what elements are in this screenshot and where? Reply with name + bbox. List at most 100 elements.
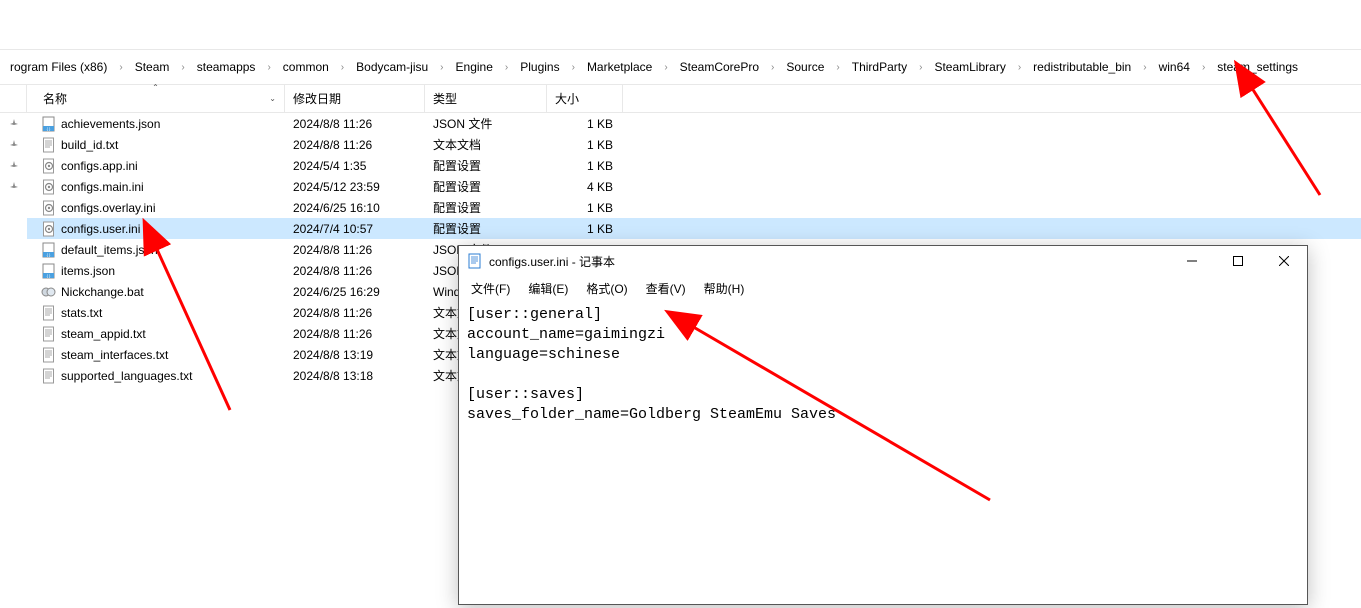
breadcrumb-item[interactable]: Engine [450, 58, 499, 76]
file-icon [41, 284, 57, 300]
pin-icon[interactable] [0, 323, 27, 344]
file-icon [41, 347, 57, 363]
maximize-button[interactable] [1215, 246, 1261, 276]
notepad-title: configs.user.ini - 记事本 [489, 253, 1169, 270]
breadcrumb-item[interactable]: redistributable_bin [1027, 58, 1137, 76]
column-size-label: 大小 [555, 90, 579, 107]
file-type: 配置设置 [425, 220, 547, 237]
file-name: steam_appid.txt [61, 327, 146, 341]
chevron-right-icon: › [177, 62, 188, 73]
pin-column-header [0, 85, 27, 112]
svg-text:{ }: { } [47, 126, 51, 131]
pin-icon[interactable] [0, 197, 27, 218]
chevron-right-icon: › [1198, 62, 1209, 73]
pin-icon[interactable] [0, 302, 27, 323]
breadcrumb-item[interactable]: ThirdParty [846, 58, 913, 76]
file-row[interactable]: { }achievements.json2024/8/8 11:26JSON 文… [27, 113, 1361, 134]
minimize-button[interactable] [1169, 246, 1215, 276]
file-date: 2024/7/4 10:57 [285, 222, 425, 236]
breadcrumb-item[interactable]: Plugins [514, 58, 565, 76]
column-header-date[interactable]: 修改日期 [285, 85, 425, 112]
file-size: 1 KB [547, 117, 623, 131]
pin-icon[interactable] [0, 113, 27, 134]
breadcrumb-item[interactable]: Bodycam-jisu [350, 58, 434, 76]
pin-icon[interactable] [0, 281, 27, 302]
file-size: 4 KB [547, 180, 623, 194]
file-name: stats.txt [61, 306, 102, 320]
pin-icon[interactable] [0, 260, 27, 281]
pin-icon[interactable] [0, 155, 27, 176]
notepad-content[interactable]: [user::general] account_name=gaimingzi l… [459, 301, 1307, 605]
file-date: 2024/5/4 1:35 [285, 159, 425, 173]
menu-file[interactable]: 文件(F) [463, 278, 518, 299]
file-row[interactable]: configs.main.ini 2024/5/12 23:59配置设置4 KB [27, 176, 1361, 197]
file-date: 2024/8/8 11:26 [285, 306, 425, 320]
file-type: 配置设置 [425, 199, 547, 216]
file-name: configs.main.ini [61, 180, 144, 194]
file-name: build_id.txt [61, 138, 118, 152]
file-name: configs.user.ini [61, 222, 140, 236]
file-name: achievements.json [61, 117, 160, 131]
chevron-right-icon: › [501, 62, 512, 73]
breadcrumb[interactable]: rogram Files (x86)›Steam›steamapps›commo… [0, 50, 1361, 85]
notepad-titlebar[interactable]: configs.user.ini - 记事本 [459, 246, 1307, 276]
pin-icon[interactable] [0, 134, 27, 155]
file-name: configs.overlay.ini [61, 201, 156, 215]
chevron-right-icon: › [660, 62, 671, 73]
file-name: configs.app.ini [61, 159, 138, 173]
toolbar-area [0, 0, 1361, 50]
breadcrumb-item[interactable]: rogram Files (x86) [4, 58, 113, 76]
file-row[interactable]: configs.user.ini2024/7/4 10:57配置设置1 KB [27, 218, 1361, 239]
file-icon [41, 326, 57, 342]
chevron-right-icon: › [337, 62, 348, 73]
chevron-right-icon: › [1139, 62, 1150, 73]
file-row[interactable]: configs.app.ini2024/5/4 1:35配置设置1 KB [27, 155, 1361, 176]
menu-edit[interactable]: 编辑(E) [520, 278, 576, 299]
notepad-window[interactable]: configs.user.ini - 记事本 文件(F) 编辑(E) 格式(O)… [458, 245, 1308, 605]
pin-icon[interactable] [0, 365, 27, 386]
breadcrumb-item[interactable]: steamapps [191, 58, 262, 76]
breadcrumb-item[interactable]: SteamCorePro [674, 58, 765, 76]
menu-help[interactable]: 帮助(H) [696, 278, 753, 299]
menu-view[interactable]: 查看(V) [638, 278, 694, 299]
file-type: 配置设置 [425, 178, 547, 195]
menu-format[interactable]: 格式(O) [578, 278, 635, 299]
file-size: 1 KB [547, 159, 623, 173]
pin-icon[interactable] [0, 176, 27, 197]
close-button[interactable] [1261, 246, 1307, 276]
breadcrumb-item[interactable]: win64 [1153, 58, 1196, 76]
column-header-name[interactable]: ⌃ 名称 ⌄ [27, 85, 285, 112]
breadcrumb-item[interactable]: Marketplace [581, 58, 658, 76]
breadcrumb-item[interactable]: SteamLibrary [928, 58, 1011, 76]
file-icon: { } [41, 242, 57, 258]
column-header-type[interactable]: 类型 [425, 85, 547, 112]
file-date: 2024/8/8 11:26 [285, 117, 425, 131]
breadcrumb-item[interactable]: steam_settings [1211, 58, 1304, 76]
file-name: Nickchange.bat [61, 285, 144, 299]
file-row[interactable]: configs.overlay.ini2024/6/25 16:10配置设置1 … [27, 197, 1361, 218]
column-type-label: 类型 [433, 90, 457, 107]
file-icon [41, 158, 57, 174]
pin-icon[interactable] [0, 344, 27, 365]
pin-icon[interactable] [0, 218, 27, 239]
file-icon [41, 368, 57, 384]
chevron-right-icon: › [263, 62, 274, 73]
breadcrumb-item[interactable]: Steam [129, 58, 176, 76]
file-row[interactable]: build_id.txt2024/8/8 11:26文本文档1 KB [27, 134, 1361, 155]
svg-text:{ }: { } [47, 252, 51, 257]
notepad-menubar: 文件(F) 编辑(E) 格式(O) 查看(V) 帮助(H) [459, 276, 1307, 301]
file-date: 2024/8/8 11:26 [285, 264, 425, 278]
pin-icon[interactable] [0, 239, 27, 260]
column-name-label: 名称 [43, 90, 67, 107]
column-date-label: 修改日期 [293, 90, 341, 107]
notepad-icon [467, 253, 483, 269]
breadcrumb-item[interactable]: common [277, 58, 335, 76]
file-name: default_items.json [61, 243, 158, 257]
breadcrumb-item[interactable]: Source [780, 58, 830, 76]
chevron-right-icon: › [436, 62, 447, 73]
file-icon [41, 200, 57, 216]
file-name: items.json [61, 264, 115, 278]
file-date: 2024/5/12 23:59 [285, 180, 425, 194]
column-header-size[interactable]: 大小 [547, 85, 623, 112]
file-icon: { } [41, 263, 57, 279]
